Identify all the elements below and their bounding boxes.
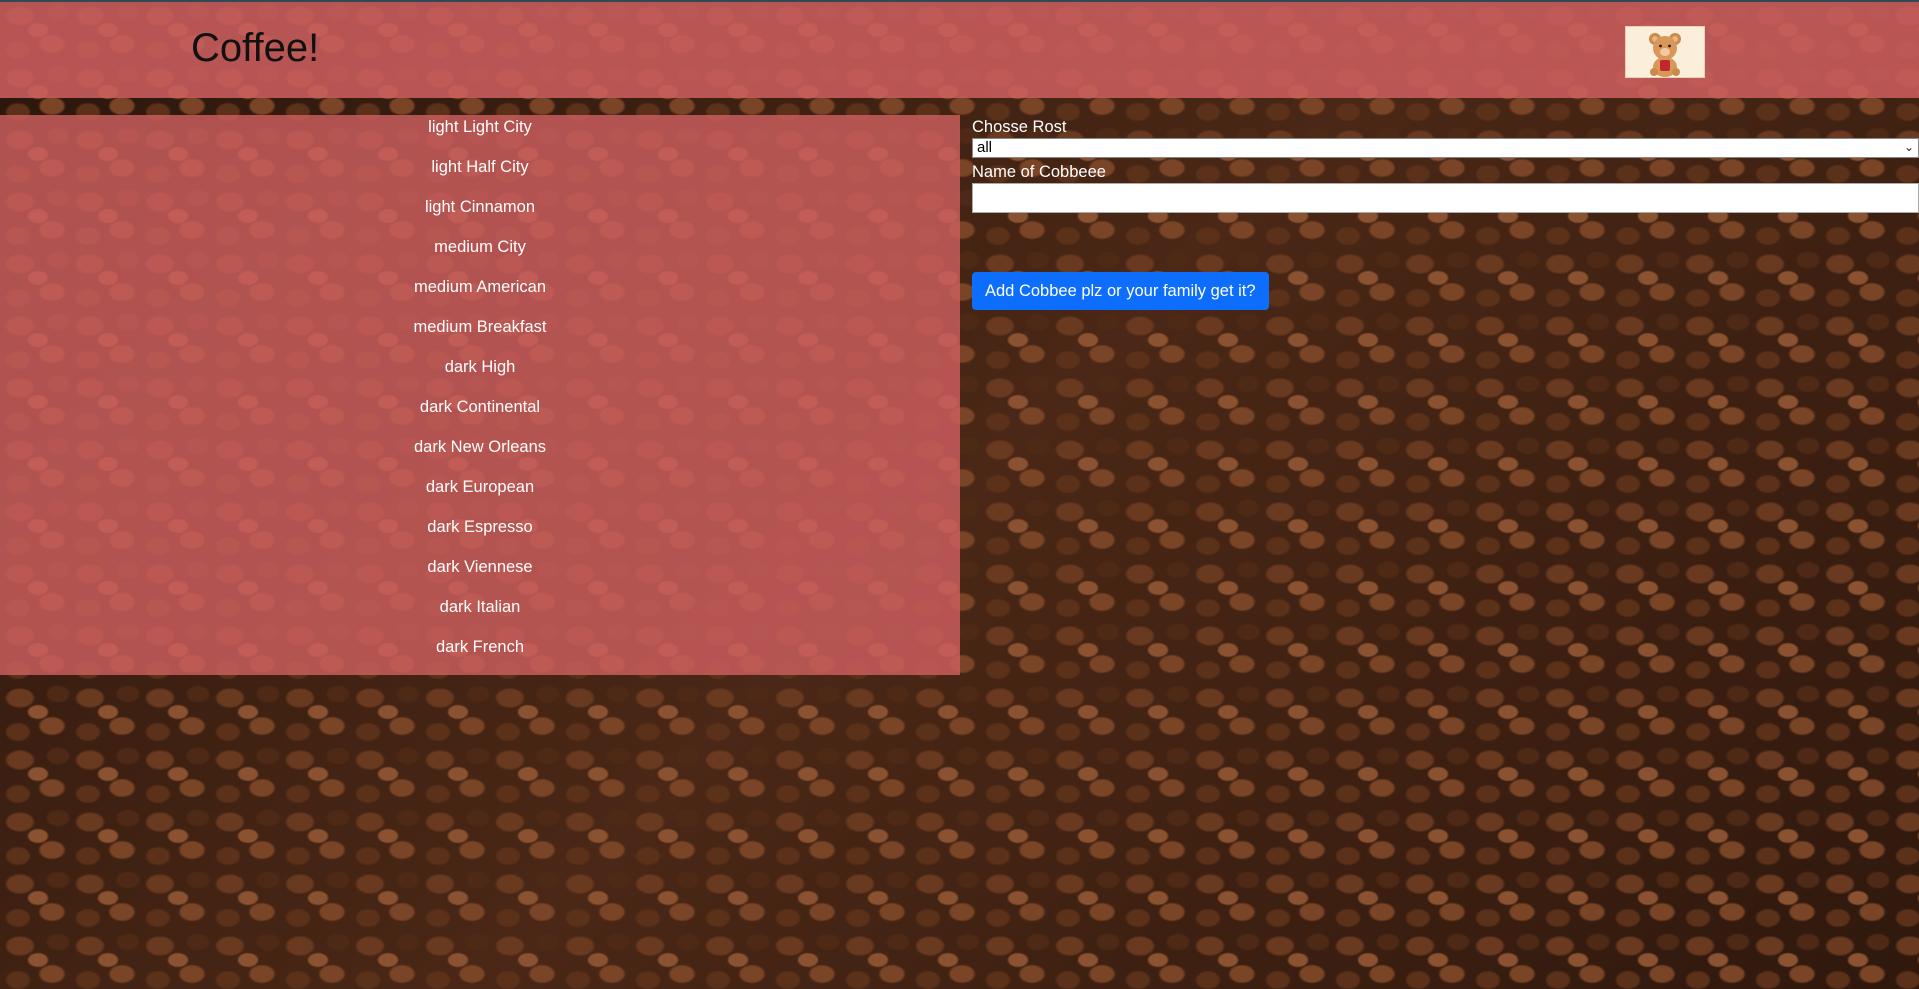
coffee-item: dark Italian: [439, 598, 521, 616]
coffee-item: dark Espresso: [427, 518, 533, 536]
roast-label: Chosse Rost: [972, 118, 1067, 136]
roast-select[interactable]: all ⌄: [972, 138, 1919, 158]
add-coffee-form: Chosse Rost all ⌄ Name of Cobbeee Add Co…: [972, 117, 1919, 310]
coffee-item: dark New Orleans: [413, 438, 547, 456]
teddy-bear-logo-icon: [1625, 26, 1705, 78]
coffee-list-panel: light Light City light Half City light C…: [0, 115, 960, 675]
coffee-item: dark Continental: [419, 398, 541, 416]
coffee-item: medium American: [413, 278, 547, 296]
coffee-name-input[interactable]: [972, 183, 1919, 213]
add-coffee-button[interactable]: Add Cobbee plz or your family get it?: [972, 272, 1269, 310]
page-header: Coffee!: [0, 2, 1919, 98]
coffee-item: light Cinnamon: [424, 198, 536, 216]
chevron-down-icon: ⌄: [1903, 140, 1914, 154]
name-label: Name of Cobbeee: [972, 163, 1106, 181]
coffee-item: dark High: [444, 358, 516, 376]
coffee-item: light Half City: [431, 158, 529, 176]
page-title: Coffee!: [191, 26, 320, 70]
coffee-item: medium Breakfast: [413, 318, 547, 336]
coffee-item: light Light City: [428, 118, 532, 136]
coffee-item: dark European: [425, 478, 535, 496]
coffee-list: light Light City light Half City light C…: [0, 115, 960, 675]
coffee-item: dark French: [435, 638, 525, 656]
coffee-item: medium City: [434, 238, 526, 256]
coffee-item: dark Viennese: [427, 558, 533, 576]
roast-select-value: all: [977, 139, 993, 156]
